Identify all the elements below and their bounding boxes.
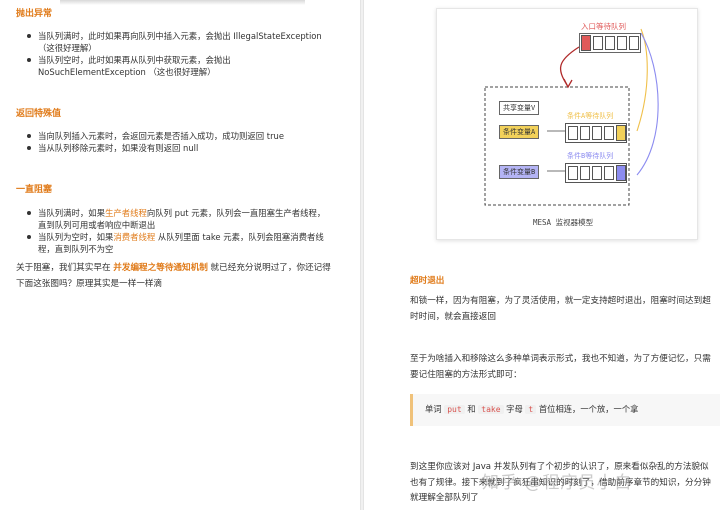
mesa-monitor-diagram: 入口等待队列 共享变量V 条件变量A 条件变量B 条件A等待队列 条件B等待队列…	[436, 8, 698, 240]
queue-b-cell	[592, 166, 602, 180]
heading-timeout: 超时退出	[410, 276, 445, 286]
condition-a-label: 条件变量A	[499, 125, 540, 139]
paragraph-method-forms: 至于为啥插入和移除这么多种单词表示形式，我也不知道，为了方便记忆，只需要记住阻塞…	[410, 354, 711, 380]
list-item: 当队列满时，如果生产者线程向队列 put 元素，队列会一直阻塞生产者线程，直到队…	[26, 207, 332, 231]
heading-block: 一直阻塞	[16, 185, 53, 195]
queue-a-cell	[568, 126, 578, 140]
blockquote-put-take: 单词 put 和 take 字母 t 首位相连，一个放，一个拿	[410, 394, 720, 426]
paragraph-timeout: 和锁一样，因为有阻塞，为了灵活使用，就一定支持超时退出，阻塞时间达到超时时间，就…	[410, 296, 711, 322]
heading-throw-exception: 抛出异常	[16, 9, 53, 19]
list-return-special: 当向队列插入元素时，会返回元素是否插入成功，成功则返回 true 当从队列移除元…	[26, 130, 326, 154]
entry-queue-head	[581, 35, 591, 51]
list-item: 当队列满时，此时如果再向队列中插入元素，会抛出 IllegalStateExce…	[26, 30, 326, 54]
list-throw-exception: 当队列满时，此时如果再向队列中插入元素，会抛出 IllegalStateExce…	[26, 30, 326, 78]
queue-b-cell	[568, 166, 578, 180]
quote-text: 单词 put 和 take 字母 t 首位相连，一个放，一个拿	[425, 404, 639, 414]
list-item: 当队列为空时，如果消费者线程 从队列里面 take 元素，队列会阻塞消费者线程，…	[26, 231, 332, 255]
right-page: 入口等待队列 共享变量V 条件变量A 条件变量B 条件A等待队列 条件B等待队列…	[364, 0, 720, 510]
entry-queue-cell	[629, 36, 639, 50]
left-page: 抛出异常 当队列满时，此时如果再向队列中插入元素，会抛出 IllegalStat…	[0, 0, 360, 510]
queue-a-cell	[604, 126, 614, 140]
entry-queue-label: 入口等待队列	[581, 22, 626, 31]
list-item: 当队列空时，此时如果再从队列中获取元素，会抛出 NoSuchElementExc…	[26, 54, 326, 78]
queue-a-cell	[580, 126, 590, 140]
queue-b-cell	[580, 166, 590, 180]
queue-a-label: 条件A等待队列	[567, 112, 614, 120]
diagram-caption: MESA 监视器模型	[533, 218, 594, 227]
queue-a-cell	[592, 126, 602, 140]
watermark: 知乎 @程序员小白	[482, 473, 633, 493]
shared-variable-label: 共享变量V	[499, 101, 540, 115]
queue-b-tail	[616, 165, 626, 181]
list-item: 当向队列插入元素时，会返回元素是否插入成功，成功则返回 true	[26, 130, 326, 142]
entry-queue-cell	[593, 36, 603, 50]
heading-return-special: 返回特殊值	[16, 109, 62, 119]
link-wait-notify[interactable]: 并发编程之等待通知机制	[113, 263, 208, 273]
list-block: 当队列满时，如果生产者线程向队列 put 元素，队列会一直阻塞生产者线程，直到队…	[26, 207, 332, 255]
list-item: 当从队列移除元素时，如果没有则返回 null	[26, 142, 326, 154]
queue-a-tail	[616, 125, 626, 141]
queue-b-label: 条件B等待队列	[567, 152, 614, 160]
top-shadow	[60, 0, 305, 5]
closing-paragraph: 关于阻塞，我们其实早在 并发编程之等待通知机制 就已经充分说明过了，你还记得下面…	[16, 263, 331, 289]
queue-b-cell	[604, 166, 614, 180]
entry-queue-cell	[605, 36, 615, 50]
condition-b-label: 条件变量B	[499, 165, 540, 179]
entry-queue-cell	[617, 36, 627, 50]
